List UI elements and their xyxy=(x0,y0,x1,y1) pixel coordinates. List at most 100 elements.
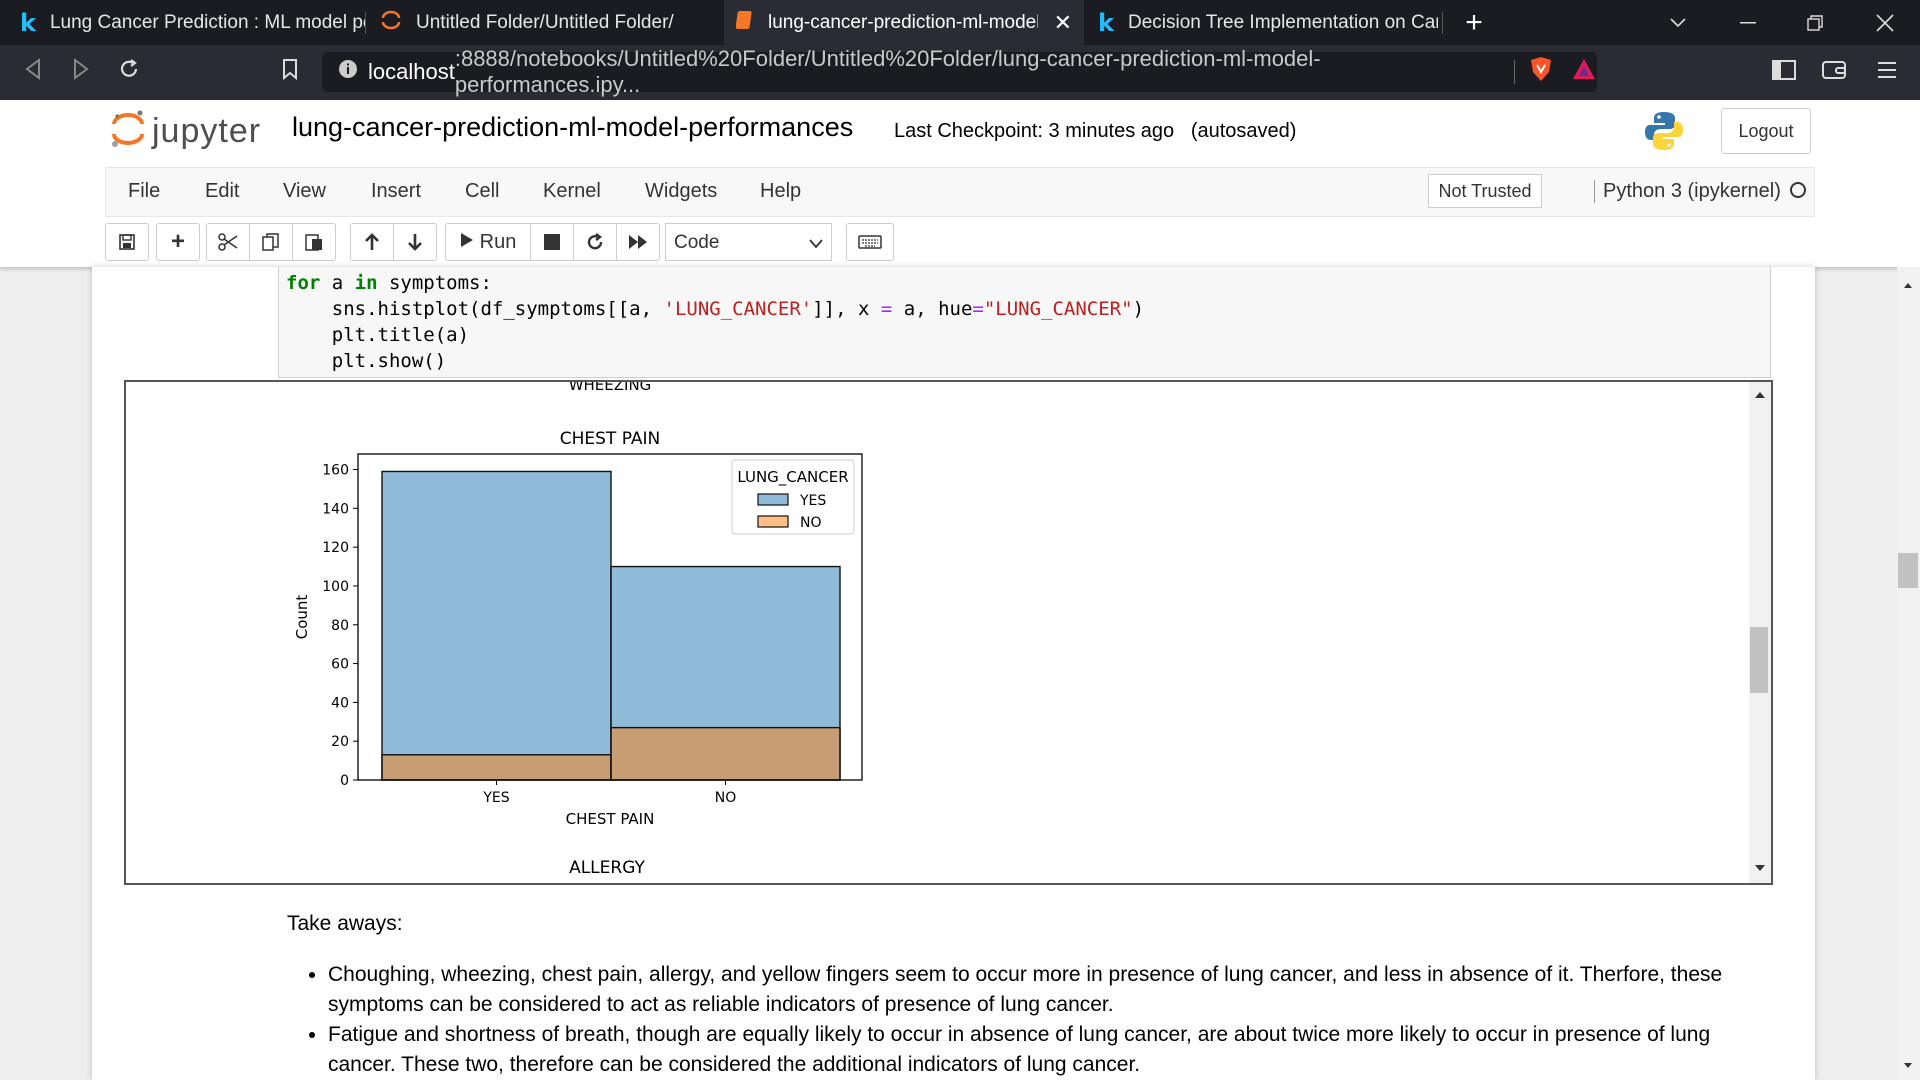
list-item: Fatigue and shortness of breath, though … xyxy=(328,1020,1758,1080)
page-scroll-up-icon[interactable] xyxy=(1903,276,1913,294)
tab-notebook-active[interactable]: lung-cancer-prediction-ml-model- ✕ xyxy=(724,0,1084,45)
code-text: sns.histplot(df_symptoms[[a, xyxy=(286,298,664,320)
menu-kernel[interactable]: Kernel xyxy=(543,180,601,203)
menu-insert[interactable]: Insert xyxy=(371,180,421,203)
interrupt-kernel-icon[interactable] xyxy=(531,224,574,260)
url-bar[interactable]: localhost :8888/notebooks/Untitled%20Fol… xyxy=(322,46,1597,97)
menu-edit[interactable]: Edit xyxy=(205,180,239,203)
menu-help[interactable]: Help xyxy=(760,180,801,203)
browser-menu-icon[interactable] xyxy=(1878,60,1896,86)
move-up-icon[interactable] xyxy=(351,224,394,260)
new-tab-button[interactable]: + xyxy=(1449,0,1499,45)
restore-icon[interactable] xyxy=(1790,0,1840,45)
code-string: "LUNG_CANCER" xyxy=(983,298,1133,320)
output-scrollbar-thumb[interactable] xyxy=(1750,627,1768,693)
menu-file[interactable]: File xyxy=(128,180,160,203)
legend-title: LUNG_CANCER xyxy=(737,468,848,487)
notebook-tab-icon xyxy=(735,10,754,36)
code-text: a, hue xyxy=(892,298,973,320)
brave-rewards-icon[interactable] xyxy=(1571,57,1597,87)
menu-widgets[interactable]: Widgets xyxy=(645,180,717,203)
run-button[interactable]: Run xyxy=(446,224,531,260)
not-trusted-badge[interactable]: Not Trusted xyxy=(1428,174,1542,208)
list-item: Choughing, wheezing, chest pain, allergy… xyxy=(328,960,1758,1020)
reload-icon[interactable] xyxy=(118,58,140,86)
notebook-name[interactable]: lung-cancer-prediction-ml-model-performa… xyxy=(292,112,853,143)
url-path: :8888/notebooks/Untitled%20Folder/Untitl… xyxy=(454,46,1321,97)
logout-button[interactable]: Logout xyxy=(1721,108,1811,154)
wallet-icon[interactable] xyxy=(1822,60,1846,86)
x-axis-label: CHEST PAIN xyxy=(566,810,655,828)
bookmark-icon[interactable] xyxy=(282,58,298,86)
code-editor[interactable]: for a in symptoms: sns.histplot(df_sympt… xyxy=(286,270,1144,374)
notebook-menubar xyxy=(105,167,1815,217)
cut-icon[interactable] xyxy=(207,224,250,260)
scroll-up-arrow-icon[interactable] xyxy=(1754,386,1766,404)
tab-title: lung-cancer-prediction-ml-model- xyxy=(768,11,1038,33)
insert-group: + xyxy=(156,223,200,261)
previous-plot-title: WHEEZING xyxy=(569,382,652,394)
code-text: ]], x xyxy=(812,298,881,320)
insert-cell-icon[interactable]: + xyxy=(157,224,199,260)
next-plot-title: ALLERGY xyxy=(569,858,645,878)
back-icon[interactable] xyxy=(24,58,42,86)
menu-view[interactable]: View xyxy=(283,180,326,203)
autosave-status: (autosaved) xyxy=(1190,120,1297,142)
jupyter-logo-text: jupyter xyxy=(152,112,262,150)
bar-yes-yes xyxy=(381,470,612,781)
close-tab-icon[interactable]: ✕ xyxy=(1054,10,1072,36)
tab-title: Decision Tree Implementation on Canc xyxy=(1127,11,1438,33)
scroll-down-arrow-icon[interactable] xyxy=(1754,859,1766,877)
histogram-chart: WHEEZING ALLERGY CHEST PAIN YES NO 0 20 40 60 80 1… xyxy=(293,382,863,878)
y-axis-label: Count xyxy=(293,595,311,640)
page-scrollbar-thumb[interactable] xyxy=(1898,553,1918,588)
page-scroll-down-icon[interactable] xyxy=(1903,1056,1913,1074)
brave-shield-icon[interactable] xyxy=(1529,56,1553,88)
menu-cell[interactable]: Cell xyxy=(465,180,499,203)
jupyter-logo[interactable]: jupyter xyxy=(110,108,261,155)
jupyter-logo-icon xyxy=(110,108,146,155)
y-tick-label: 40 xyxy=(331,695,349,711)
code-text: ) xyxy=(1132,298,1145,320)
code-text: a xyxy=(320,272,355,294)
kernel-name[interactable]: Python 3 (ipykernel) xyxy=(1594,180,1781,203)
restart-kernel-icon[interactable] xyxy=(574,224,617,260)
close-window-icon[interactable] xyxy=(1860,0,1910,45)
output-scroll-area[interactable]: WHEEZING ALLERGY CHEST PAIN YES NO 0 20 40 60 80 1… xyxy=(124,380,1773,885)
run-icon xyxy=(460,231,474,254)
move-down-icon[interactable] xyxy=(394,224,436,260)
cell-type-select[interactable]: Code xyxy=(665,223,832,261)
bar-no-no xyxy=(610,726,841,781)
bar-no-yes xyxy=(381,754,612,781)
minimize-icon[interactable] xyxy=(1723,0,1773,45)
sidebar-toggle-icon[interactable] xyxy=(1772,60,1796,86)
move-group xyxy=(350,223,437,261)
forward-icon[interactable] xyxy=(72,58,90,86)
legend-swatch-yes xyxy=(757,493,789,506)
output-scrollbar[interactable] xyxy=(1749,382,1771,883)
y-tick-label: 20 xyxy=(331,734,349,750)
legend-swatch-no xyxy=(757,515,789,528)
save-icon[interactable] xyxy=(106,224,148,260)
x-tick-label: YES xyxy=(482,790,509,806)
tab-decision-tree[interactable]: k Decision Tree Implementation on Canc xyxy=(1090,0,1445,45)
takeaways-heading: Take aways: xyxy=(287,912,403,935)
keyboard-shortcuts-icon[interactable] xyxy=(847,224,893,260)
tab-title: Lung Cancer Prediction : ML model pe xyxy=(49,11,365,33)
run-label: Run xyxy=(479,230,517,253)
tab-untitled-folder[interactable]: Untitled Folder/Untitled Folder/ xyxy=(366,0,721,45)
chart-title: CHEST PAIN xyxy=(560,429,661,449)
y-tick-label: 160 xyxy=(322,463,349,479)
tab-lung-cancer-prediction[interactable]: k Lung Cancer Prediction : ML model pe xyxy=(0,0,365,45)
tab-search-chevron-icon[interactable] xyxy=(1653,0,1703,45)
copy-icon[interactable] xyxy=(250,224,293,260)
chevron-down-icon xyxy=(809,233,823,255)
x-tick-label: NO xyxy=(715,790,737,806)
python-logo-icon xyxy=(1644,110,1684,157)
y-tick-label: 60 xyxy=(331,657,349,673)
restart-run-all-icon[interactable] xyxy=(617,224,659,260)
paste-icon[interactable] xyxy=(293,224,335,260)
site-info-icon[interactable] xyxy=(338,59,358,85)
page-scrollbar[interactable] xyxy=(1897,267,1920,1080)
code-text: plt.title(a) xyxy=(286,324,470,346)
